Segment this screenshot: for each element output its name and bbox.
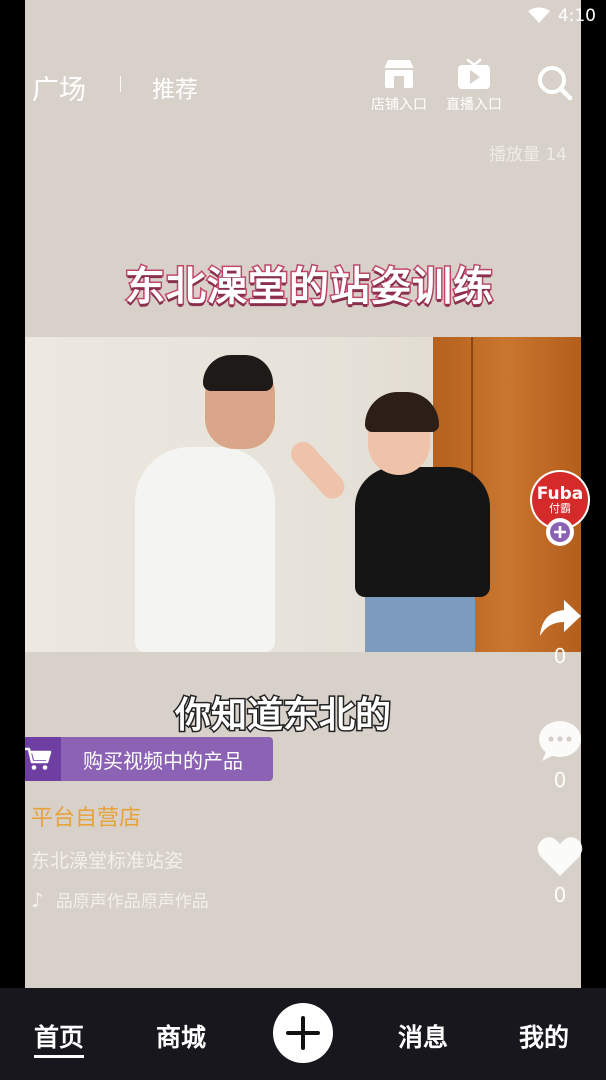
music-note-icon: ♪ bbox=[31, 887, 44, 912]
status-time: 4:10 bbox=[557, 6, 596, 26]
heart-icon bbox=[537, 837, 583, 876]
man-hair bbox=[203, 355, 273, 391]
live-entry-button[interactable]: 直播入口 bbox=[446, 58, 502, 114]
video-subtitle: 你知道东北的 bbox=[173, 694, 392, 738]
tv-play-icon bbox=[458, 58, 490, 89]
tab-divider bbox=[120, 76, 121, 92]
video-frame[interactable] bbox=[25, 337, 581, 652]
status-bar: 4:10 bbox=[0, 0, 606, 34]
active-tab-indicator bbox=[34, 1055, 85, 1058]
nav-mall[interactable]: 商城 bbox=[156, 1018, 206, 1054]
avatar-logo-subtext: 付霸 bbox=[549, 501, 571, 515]
search-icon[interactable] bbox=[537, 65, 573, 105]
buy-product-label: 购买视频中的产品 bbox=[83, 748, 243, 773]
top-bar: 广场 推荐 店铺入口 直播入口 bbox=[0, 50, 606, 120]
music-info[interactable]: ♪ 品原声作品原声作品 bbox=[31, 887, 209, 913]
nav-messages[interactable]: 消息 bbox=[398, 1018, 448, 1054]
comment-icon bbox=[539, 721, 581, 761]
plus-icon bbox=[286, 1016, 320, 1050]
wifi-icon bbox=[528, 7, 550, 28]
bottom-nav: 首页 商城 消息 我的 bbox=[0, 988, 606, 1080]
nav-home-label: 首页 bbox=[34, 1023, 85, 1052]
woman-hair bbox=[365, 392, 439, 432]
share-icon bbox=[540, 600, 581, 636]
nav-home[interactable]: 首页 bbox=[34, 1018, 85, 1058]
video-title-overlay: 东北澡堂的站姿训练 bbox=[124, 263, 495, 312]
tab-plaza[interactable]: 广场 bbox=[32, 68, 86, 107]
tab-recommend[interactable]: 推荐 bbox=[152, 70, 198, 104]
shop-entry-label: 店铺入口 bbox=[371, 97, 427, 113]
create-post-button[interactable] bbox=[273, 1003, 333, 1063]
live-entry-label: 直播入口 bbox=[446, 97, 502, 113]
music-title: 品原声作品原声作品 bbox=[55, 892, 209, 912]
shop-entry-button[interactable]: 店铺入口 bbox=[371, 58, 427, 114]
buy-product-button[interactable]: 购买视频中的产品 bbox=[25, 737, 273, 781]
man-figure bbox=[135, 447, 275, 652]
video-description: 东北澡堂标准站姿 bbox=[31, 850, 184, 872]
like-button[interactable]: 0 bbox=[529, 835, 591, 907]
play-count: 播放量 14 bbox=[488, 145, 567, 165]
avatar-logo-text: Fuba bbox=[536, 483, 584, 504]
store-name-link[interactable]: 平台自营店 bbox=[31, 800, 141, 832]
plus-icon bbox=[550, 522, 570, 542]
like-count: 0 bbox=[553, 883, 567, 907]
video-feed[interactable]: 东北澡堂的站姿训练 你知道东北的 播放量 14 购买视频中的产品 平台自营店 东… bbox=[25, 0, 581, 988]
share-button[interactable]: 0 bbox=[529, 598, 591, 668]
woman-figure bbox=[355, 467, 490, 597]
store-icon bbox=[384, 60, 414, 88]
cart-icon bbox=[25, 737, 61, 781]
comment-button[interactable]: 0 bbox=[529, 720, 591, 792]
comment-count: 0 bbox=[553, 768, 567, 792]
woman-arm bbox=[286, 436, 350, 504]
creator-avatar[interactable]: Fuba 付霸 bbox=[529, 470, 591, 546]
nav-me[interactable]: 我的 bbox=[519, 1018, 569, 1054]
share-count: 0 bbox=[553, 644, 567, 668]
follow-button[interactable] bbox=[546, 518, 574, 546]
